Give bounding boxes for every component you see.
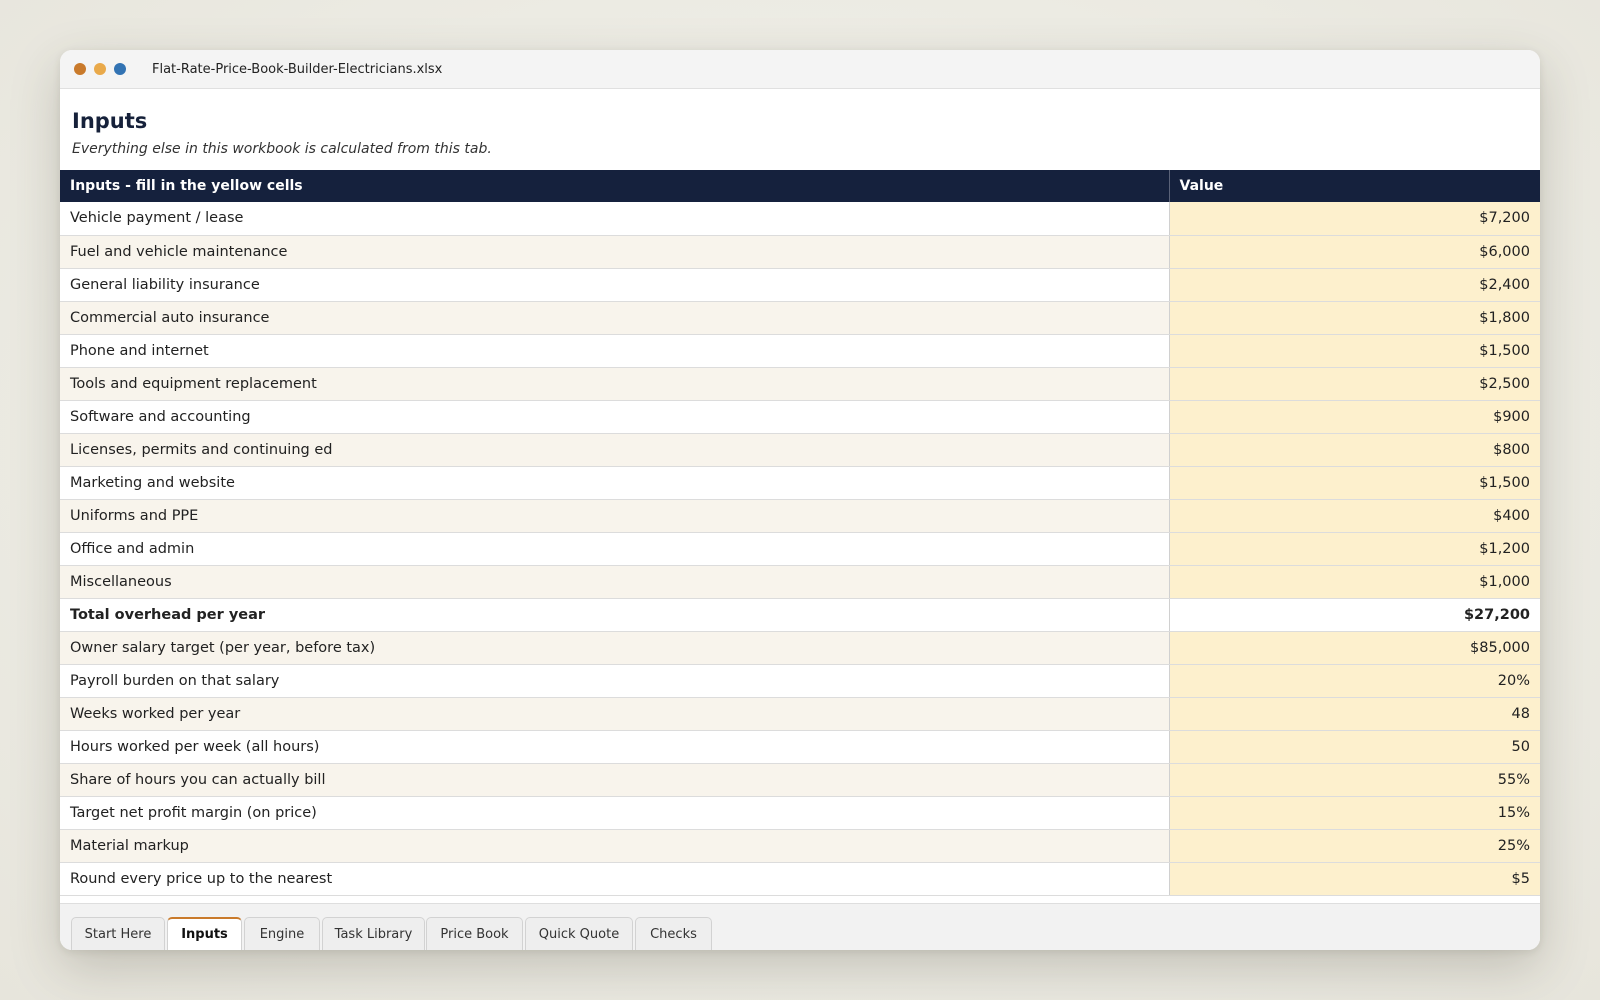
table-row: Software and accounting $900	[60, 400, 1540, 434]
sheet-subtitle: Everything else in this workbook is calc…	[72, 141, 492, 157]
table-row: Marketing and website $1,500	[60, 466, 1540, 500]
row-label-cell[interactable]: Licenses, permits and continuing ed	[60, 433, 1170, 467]
row-label-cell[interactable]: Vehicle payment / lease	[60, 202, 1170, 236]
input-value-cell[interactable]: $900	[1169, 400, 1540, 434]
table-row: Office and admin $1,200	[60, 532, 1540, 566]
input-value-cell[interactable]: $2,500	[1169, 367, 1540, 401]
table-row: Commercial auto insurance $1,800	[60, 301, 1540, 335]
input-value-cell[interactable]: $7,200	[1169, 202, 1540, 236]
sheet-tab-price-book[interactable]: Price Book	[426, 917, 523, 950]
table-row: Round every price up to the nearest $5	[60, 862, 1540, 896]
table-row: Target net profit margin (on price) 15%	[60, 796, 1540, 830]
row-label-cell[interactable]: Target net profit margin (on price)	[60, 796, 1170, 830]
sheet-tab-quick-quote[interactable]: Quick Quote	[525, 917, 633, 950]
row-label-cell[interactable]: Tools and equipment replacement	[60, 367, 1170, 401]
sheet-tab-inputs[interactable]: Inputs	[167, 917, 242, 950]
total-value-cell[interactable]: $27,200	[1169, 598, 1540, 632]
row-label-cell[interactable]: Phone and internet	[60, 334, 1170, 368]
table-row: Licenses, permits and continuing ed $800	[60, 433, 1540, 467]
input-value-cell[interactable]: $1,800	[1169, 301, 1540, 335]
column-header-value[interactable]: Value	[1169, 170, 1540, 202]
table-row: Share of hours you can actually bill 55%	[60, 763, 1540, 797]
table-row: Tools and equipment replacement $2,500	[60, 367, 1540, 401]
title-bar: Flat-Rate-Price-Book-Builder-Electrician…	[60, 50, 1540, 89]
zoom-window-button[interactable]	[114, 63, 126, 75]
table-row: General liability insurance $2,400	[60, 268, 1540, 302]
input-value-cell[interactable]: $1,500	[1169, 466, 1540, 500]
table-row: Weeks worked per year 48	[60, 697, 1540, 731]
row-label-cell[interactable]: Commercial auto insurance	[60, 301, 1170, 335]
row-label-cell[interactable]: Payroll burden on that salary	[60, 664, 1170, 698]
row-label-cell[interactable]: General liability insurance	[60, 268, 1170, 302]
sheet-title: Inputs	[72, 109, 148, 133]
close-window-button[interactable]	[74, 63, 86, 75]
row-label-cell[interactable]: Weeks worked per year	[60, 697, 1170, 731]
input-value-cell[interactable]: $800	[1169, 433, 1540, 467]
input-value-cell[interactable]: $85,000	[1169, 631, 1540, 665]
table-row: Material markup 25%	[60, 829, 1540, 863]
sheet-tab-checks[interactable]: Checks	[635, 917, 712, 950]
input-value-cell[interactable]: 20%	[1169, 664, 1540, 698]
table-row: Phone and internet $1,500	[60, 334, 1540, 368]
table-row: Hours worked per week (all hours) 50	[60, 730, 1540, 764]
input-value-cell[interactable]: $5	[1169, 862, 1540, 896]
input-value-cell[interactable]: $6,000	[1169, 235, 1540, 269]
table-row: Miscellaneous $1,000	[60, 565, 1540, 599]
input-value-cell[interactable]: $2,400	[1169, 268, 1540, 302]
row-label-cell[interactable]: Office and admin	[60, 532, 1170, 566]
sheet-tab-task-library[interactable]: Task Library	[322, 917, 425, 950]
minimize-window-button[interactable]	[94, 63, 106, 75]
row-label-cell[interactable]: Round every price up to the nearest	[60, 862, 1170, 896]
table-row: Owner salary target (per year, before ta…	[60, 631, 1540, 665]
row-label-cell[interactable]: Fuel and vehicle maintenance	[60, 235, 1170, 269]
table-row: Total overhead per year $27,200	[60, 598, 1540, 632]
row-label-cell[interactable]: Marketing and website	[60, 466, 1170, 500]
column-header-inputs[interactable]: Inputs - fill in the yellow cells	[60, 170, 1170, 202]
table-row: Fuel and vehicle maintenance $6,000	[60, 235, 1540, 269]
spreadsheet-window: Flat-Rate-Price-Book-Builder-Electrician…	[60, 50, 1540, 950]
inputs-table: Inputs - fill in the yellow cells Value …	[60, 170, 1540, 896]
table-row: Vehicle payment / lease $7,200	[60, 202, 1540, 236]
row-label-cell[interactable]: Miscellaneous	[60, 565, 1170, 599]
input-value-cell[interactable]: $400	[1169, 499, 1540, 533]
input-value-cell[interactable]: $1,000	[1169, 565, 1540, 599]
input-value-cell[interactable]: 48	[1169, 697, 1540, 731]
input-value-cell[interactable]: 55%	[1169, 763, 1540, 797]
sheet-tab-bar: Start Here Inputs Engine Task Library Price …	[60, 903, 1540, 950]
row-label-cell[interactable]: Uniforms and PPE	[60, 499, 1170, 533]
sheet-tab-start-here[interactable]: Start Here	[71, 917, 165, 950]
row-label-cell[interactable]: Hours worked per week (all hours)	[60, 730, 1170, 764]
input-value-cell[interactable]: $1,500	[1169, 334, 1540, 368]
sheet-tab-engine[interactable]: Engine	[244, 917, 320, 950]
table-row: Payroll burden on that salary 20%	[60, 664, 1540, 698]
input-value-cell[interactable]: 50	[1169, 730, 1540, 764]
row-label-cell[interactable]: Software and accounting	[60, 400, 1170, 434]
row-label-cell[interactable]: Owner salary target (per year, before ta…	[60, 631, 1170, 665]
window-title: Flat-Rate-Price-Book-Builder-Electrician…	[152, 61, 443, 77]
table-header-row: Inputs - fill in the yellow cells Value	[60, 170, 1540, 202]
row-label-cell[interactable]: Total overhead per year	[60, 598, 1170, 632]
row-label-cell[interactable]: Material markup	[60, 829, 1170, 863]
table-row: Uniforms and PPE $400	[60, 499, 1540, 533]
sheet-header: Inputs Everything else in this workbook …	[60, 89, 1540, 170]
input-value-cell[interactable]: $1,200	[1169, 532, 1540, 566]
input-value-cell[interactable]: 25%	[1169, 829, 1540, 863]
row-label-cell[interactable]: Share of hours you can actually bill	[60, 763, 1170, 797]
input-value-cell[interactable]: 15%	[1169, 796, 1540, 830]
